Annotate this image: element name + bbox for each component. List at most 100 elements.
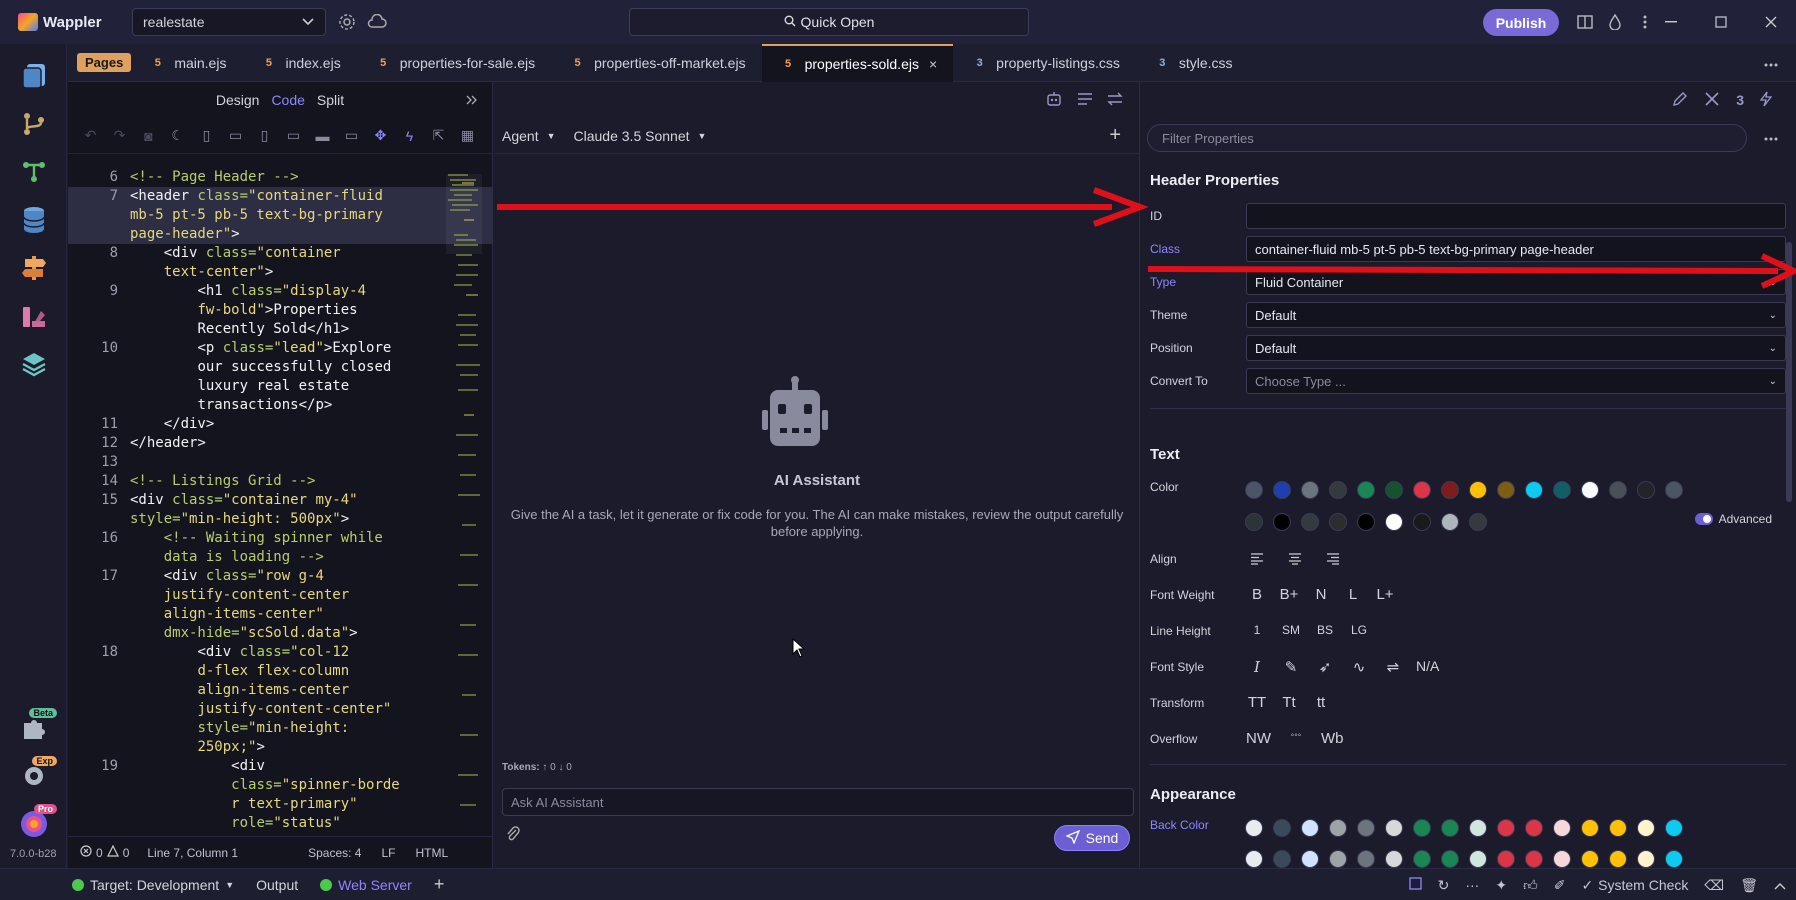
filter-properties-input[interactable] bbox=[1147, 124, 1747, 152]
color-swatch[interactable] bbox=[1581, 481, 1599, 499]
code-area[interactable]: 6 <!-- Page Header --> 7 <header class="con… bbox=[68, 168, 493, 836]
dark-mode-moon-icon[interactable]: ☾ bbox=[163, 121, 192, 151]
font-style-none[interactable]: N/A bbox=[1416, 658, 1439, 676]
code-line[interactable]: 7 <header class="container-fluid bbox=[68, 187, 493, 206]
code-line[interactable]: 16 <!-- Waiting spinner while bbox=[68, 529, 493, 548]
color-swatch[interactable] bbox=[1301, 850, 1319, 868]
color-swatch[interactable] bbox=[1469, 819, 1487, 837]
color-swatch[interactable] bbox=[1413, 481, 1431, 499]
phone-preview-icon[interactable]: ▯ bbox=[192, 121, 221, 151]
color-swatch[interactable] bbox=[1553, 819, 1571, 837]
workflows-panel-button[interactable] bbox=[0, 148, 67, 196]
paperclip-icon[interactable] bbox=[506, 826, 520, 847]
class-label[interactable]: Class bbox=[1150, 242, 1246, 256]
color-swatch[interactable] bbox=[1357, 819, 1375, 837]
agent-mode-select[interactable]: Agent ▼ bbox=[502, 128, 556, 144]
color-swatch[interactable] bbox=[1497, 481, 1515, 499]
code-line[interactable]: fw-bold">Properties bbox=[68, 301, 493, 320]
code-view-tab[interactable]: Code bbox=[271, 92, 304, 108]
ask-ai-input[interactable] bbox=[502, 788, 1134, 816]
color-swatch[interactable] bbox=[1273, 850, 1291, 868]
redo-icon[interactable]: ↷ bbox=[105, 121, 134, 151]
back-color-label[interactable]: Back Color bbox=[1150, 818, 1246, 832]
class-field[interactable]: container-fluid mb-5 pt-5 pb-5 text-bg-p… bbox=[1246, 236, 1786, 262]
code-line[interactable]: justify-content-center" bbox=[68, 700, 493, 719]
tablet-landscape-icon[interactable]: ▭ bbox=[279, 121, 308, 151]
code-line[interactable]: 15 <div class="container my-4" bbox=[68, 491, 493, 510]
web-server-button[interactable]: Web Server bbox=[320, 877, 412, 893]
color-swatch[interactable] bbox=[1357, 850, 1375, 868]
advanced-toggle[interactable]: Advanced bbox=[1694, 512, 1772, 526]
maximize-icon[interactable] bbox=[1696, 0, 1746, 44]
color-swatch[interactable] bbox=[1637, 850, 1655, 868]
chevron-up-icon[interactable] bbox=[1774, 877, 1786, 893]
font-weight-light[interactable]: L bbox=[1342, 586, 1364, 603]
project-select[interactable]: realestate bbox=[132, 8, 326, 36]
color-swatch[interactable] bbox=[1301, 513, 1319, 531]
color-swatch[interactable] bbox=[1525, 481, 1543, 499]
color-swatch[interactable] bbox=[1385, 819, 1403, 837]
camera-icon[interactable]: ◙ bbox=[134, 121, 163, 151]
color-swatch[interactable] bbox=[1637, 819, 1655, 837]
target-select[interactable]: Target: Development ▼ bbox=[72, 877, 234, 893]
code-line[interactable]: style="min-height: bbox=[68, 719, 493, 738]
italic-icon[interactable]: I bbox=[1246, 658, 1268, 676]
align-center-icon[interactable] bbox=[1284, 552, 1306, 569]
color-swatch[interactable] bbox=[1413, 850, 1431, 868]
pages-button[interactable]: Pages bbox=[77, 53, 132, 72]
color-swatch[interactable] bbox=[1665, 850, 1683, 868]
model-select[interactable]: Claude 3.5 Sonnet ▼ bbox=[574, 128, 707, 144]
extensions-panel-button[interactable]: Beta bbox=[0, 704, 67, 752]
overflow-wordbreak[interactable]: Wb bbox=[1321, 730, 1344, 747]
qr-code-icon[interactable]: ▦ bbox=[453, 121, 482, 151]
color-swatch[interactable] bbox=[1245, 513, 1263, 531]
color-swatch[interactable] bbox=[1245, 819, 1263, 837]
account-panel-button[interactable]: Pro bbox=[0, 800, 67, 848]
color-swatch[interactable] bbox=[1469, 850, 1487, 868]
signature-icon[interactable]: ∿ bbox=[1348, 658, 1370, 676]
layout-icon[interactable] bbox=[1570, 7, 1600, 37]
indentation[interactable]: Spaces: 4 bbox=[308, 846, 361, 860]
eraser-icon[interactable]: ⌫ bbox=[1704, 877, 1724, 894]
undo-icon[interactable]: ↶ bbox=[76, 121, 105, 151]
color-swatch[interactable] bbox=[1245, 481, 1263, 499]
close-tab-icon[interactable]: × bbox=[929, 56, 937, 72]
color-swatch[interactable] bbox=[1553, 481, 1571, 499]
color-swatch[interactable] bbox=[1329, 513, 1347, 531]
robot-icon[interactable] bbox=[1045, 91, 1063, 110]
tab-index-ejs[interactable]: 5 index.ejs bbox=[242, 44, 356, 82]
line-height-1[interactable]: 1 bbox=[1246, 623, 1268, 637]
pages-panel-button[interactable] bbox=[0, 52, 67, 100]
routing-panel-button[interactable] bbox=[0, 244, 67, 292]
code-line[interactable]: transactions</p> bbox=[68, 396, 493, 415]
refresh-icon[interactable]: ↻ bbox=[1438, 877, 1450, 894]
color-swatch[interactable] bbox=[1385, 850, 1403, 868]
transform-uppercase[interactable]: TT bbox=[1246, 694, 1268, 711]
settings-panel-button[interactable]: Exp bbox=[0, 752, 67, 800]
code-line[interactable]: 13 bbox=[68, 453, 493, 472]
cloud-icon[interactable] bbox=[362, 7, 392, 37]
color-swatch[interactable] bbox=[1301, 819, 1319, 837]
code-line[interactable]: class="spinner-borde bbox=[68, 776, 493, 795]
color-swatch[interactable] bbox=[1385, 481, 1403, 499]
overflow-nowrap[interactable]: NW bbox=[1246, 730, 1271, 747]
color-swatch[interactable] bbox=[1329, 481, 1347, 499]
desktop-preview-icon[interactable]: ▭ bbox=[337, 121, 366, 151]
color-swatch[interactable] bbox=[1469, 481, 1487, 499]
code-line[interactable]: role="status" bbox=[68, 814, 493, 833]
line-height-lg[interactable]: LG bbox=[1348, 623, 1370, 637]
color-swatch[interactable] bbox=[1441, 850, 1459, 868]
lightning-icon[interactable] bbox=[1759, 91, 1773, 110]
tab-property-listings-css[interactable]: 3 property-listings.css bbox=[953, 44, 1136, 82]
git-panel-button[interactable] bbox=[0, 100, 67, 148]
code-line[interactable]: 19 <div bbox=[68, 757, 493, 776]
color-swatch[interactable] bbox=[1665, 481, 1683, 499]
code-line[interactable]: 6 <!-- Page Header --> bbox=[68, 168, 493, 187]
code-line[interactable]: mb-5 pt-5 pb-5 text-bg-primary bbox=[68, 206, 493, 225]
code-line[interactable]: 8 <div class="container bbox=[68, 244, 493, 263]
code-line[interactable]: align-items-center" bbox=[68, 605, 493, 624]
font-weight-normal[interactable]: N bbox=[1310, 586, 1332, 603]
project-settings-gear-icon[interactable] bbox=[332, 7, 362, 37]
transform-capitalize[interactable]: Tt bbox=[1278, 694, 1300, 711]
css-icon[interactable]: 3 bbox=[1736, 92, 1744, 108]
